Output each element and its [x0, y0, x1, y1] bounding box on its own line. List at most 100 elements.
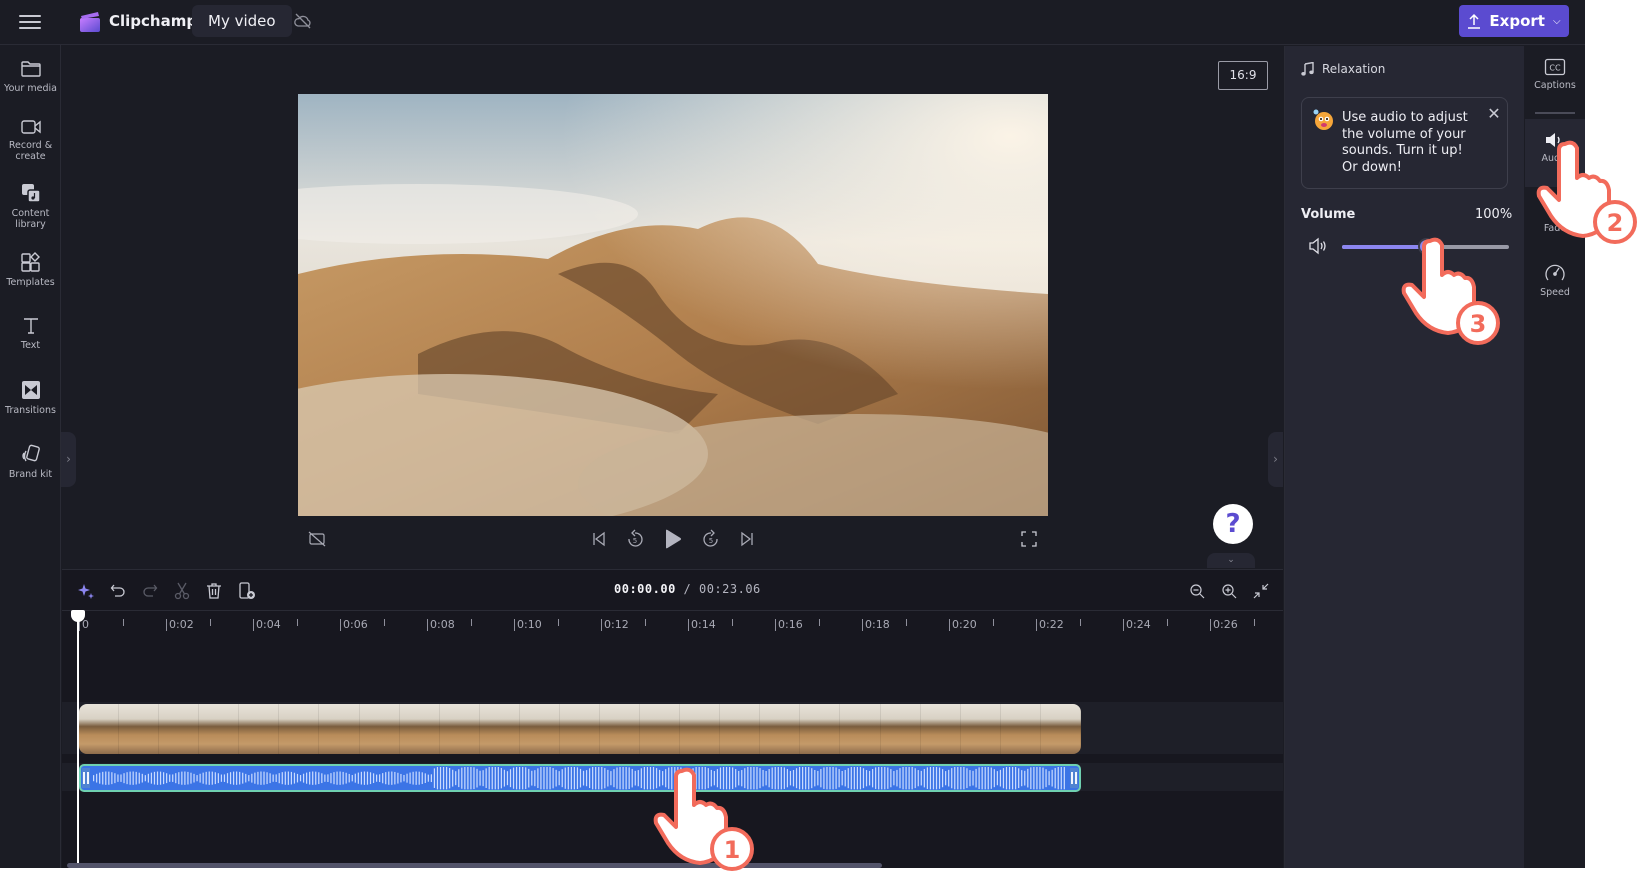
ruler-minor-tick — [384, 619, 385, 626]
zoom-in-icon[interactable] — [1218, 580, 1240, 602]
audio-trim-handle-left[interactable] — [82, 768, 90, 788]
waveform-bar — [829, 767, 831, 790]
waveform-bar — [321, 773, 323, 784]
zoom-out-icon[interactable] — [1186, 580, 1208, 602]
fit-timeline-icon[interactable] — [1250, 580, 1272, 602]
waveform-bar — [881, 767, 883, 790]
sidebar-item-record-create[interactable]: Record & create — [0, 118, 61, 162]
waveform-bar — [1036, 767, 1038, 790]
waveform-bar — [978, 767, 980, 790]
delete-icon[interactable] — [203, 580, 225, 602]
sidebar-item-templates[interactable]: Templates — [0, 251, 61, 288]
waveform-bar — [129, 771, 131, 785]
waveform-bar — [141, 773, 143, 783]
waveform-bar — [786, 769, 789, 788]
waveform-bar — [835, 767, 837, 789]
video-preview[interactable] — [298, 94, 1048, 516]
close-icon[interactable]: ✕ — [1486, 106, 1502, 122]
fullscreen-icon[interactable] — [1015, 525, 1043, 553]
audio-trim-handle-right[interactable] — [1070, 768, 1078, 788]
tab-captions[interactable]: CC Captions — [1525, 46, 1585, 114]
waveform-bar — [747, 767, 749, 790]
split-icon[interactable] — [171, 580, 193, 602]
sidebar-item-brand-kit[interactable]: Brand kit — [0, 443, 61, 480]
waveform-bar — [263, 771, 265, 785]
cloud-off-icon[interactable] — [293, 11, 313, 31]
captions-icon: CC — [1544, 58, 1566, 76]
add-media-icon[interactable] — [236, 580, 258, 602]
waveform-bar — [768, 769, 770, 788]
waveform-bar — [595, 767, 597, 790]
desert-dunes-video-frame — [298, 94, 1048, 516]
waveform-bar — [777, 767, 779, 790]
collapse-right-panel-button[interactable]: › — [1268, 432, 1283, 487]
sidebar-item-your-media[interactable]: Your media — [0, 59, 61, 94]
right-tab-rail: CC Captions Audio Fade Speed — [1525, 46, 1585, 868]
sidebar-item-transitions[interactable]: Transitions — [0, 379, 61, 416]
aspect-ratio-button[interactable]: 16:9 — [1218, 61, 1268, 90]
ruler-minor-tick — [1254, 619, 1255, 626]
waveform-bar — [299, 775, 302, 782]
skip-back-icon[interactable] — [585, 525, 613, 553]
waveform-bar — [808, 767, 810, 790]
video-thumbnail-frame — [800, 704, 841, 754]
waveform-bar — [938, 767, 941, 789]
waveform-bar — [878, 767, 880, 790]
waveform-bar — [345, 772, 347, 784]
svg-text:CC: CC — [1549, 64, 1561, 73]
tab-audio[interactable]: Audio — [1525, 119, 1585, 187]
waveform-bar — [302, 773, 305, 783]
speaker-icon[interactable] — [1308, 237, 1328, 255]
waveform-bar — [911, 767, 913, 790]
audio-clip[interactable] — [79, 764, 1081, 792]
waveform-bar — [363, 771, 366, 785]
help-button[interactable]: ? — [1213, 504, 1253, 544]
waveform-bar — [607, 769, 609, 787]
forward-5-icon[interactable]: 5 — [697, 525, 725, 553]
waveform-bar — [211, 771, 213, 785]
ai-magic-icon[interactable] — [75, 580, 97, 602]
waveform-bar — [1039, 767, 1041, 790]
redo-icon[interactable] — [139, 580, 161, 602]
waveform-bar — [671, 767, 673, 790]
waveform-bar — [315, 771, 317, 785]
tab-label: Audio — [1541, 153, 1569, 164]
waveform-bar — [573, 767, 576, 790]
ruler-tick-label: 0:08 — [427, 619, 455, 631]
tab-fade[interactable]: Fade — [1525, 187, 1585, 255]
waveform-bar — [1030, 767, 1032, 790]
waveform-bar — [436, 767, 439, 790]
sidebar-item-text[interactable]: Text — [0, 316, 61, 351]
fade-icon — [1546, 200, 1564, 218]
waveform-bar — [275, 774, 277, 782]
app-name: Clipchamp — [109, 12, 198, 30]
timeline-horizontal-scrollbar[interactable] — [67, 863, 882, 868]
volume-slider-thumb[interactable] — [1417, 238, 1435, 255]
waveform-bar — [738, 770, 740, 786]
waveform-bar — [805, 767, 807, 790]
waveform-bar — [567, 767, 569, 790]
expand-left-panel-button[interactable]: › — [61, 432, 76, 487]
video-thumbnail-frame — [279, 704, 320, 754]
waveform-bar — [375, 774, 378, 782]
play-button[interactable] — [659, 525, 687, 553]
project-title[interactable]: My video — [192, 5, 292, 37]
undo-icon[interactable] — [107, 580, 129, 602]
svg-text:5: 5 — [633, 537, 637, 545]
waveform-bar — [999, 769, 1002, 787]
collapse-help-button[interactable]: ⌄ — [1207, 553, 1255, 568]
waveform-bar — [196, 775, 198, 782]
timeline-ruler[interactable]: 0 0:02 0:04 0:06 0:08 0:10 0:12 0:14 0:16 0:18 0:2… — [62, 610, 1283, 640]
waveform-bar — [488, 767, 490, 790]
skip-forward-icon[interactable] — [733, 525, 761, 553]
volume-slider[interactable] — [1342, 238, 1509, 255]
captions-off-icon[interactable] — [303, 525, 331, 553]
export-button[interactable]: Export ⌵ — [1459, 5, 1569, 37]
hamburger-menu-icon[interactable] — [19, 12, 41, 32]
waveform-bar — [117, 774, 119, 782]
waveform-bar — [710, 769, 712, 787]
sidebar-item-content-library[interactable]: Content library — [0, 182, 61, 230]
video-clip[interactable] — [79, 704, 1081, 754]
rewind-5-icon[interactable]: 5 — [621, 525, 649, 553]
tab-speed[interactable]: Speed — [1525, 251, 1585, 319]
